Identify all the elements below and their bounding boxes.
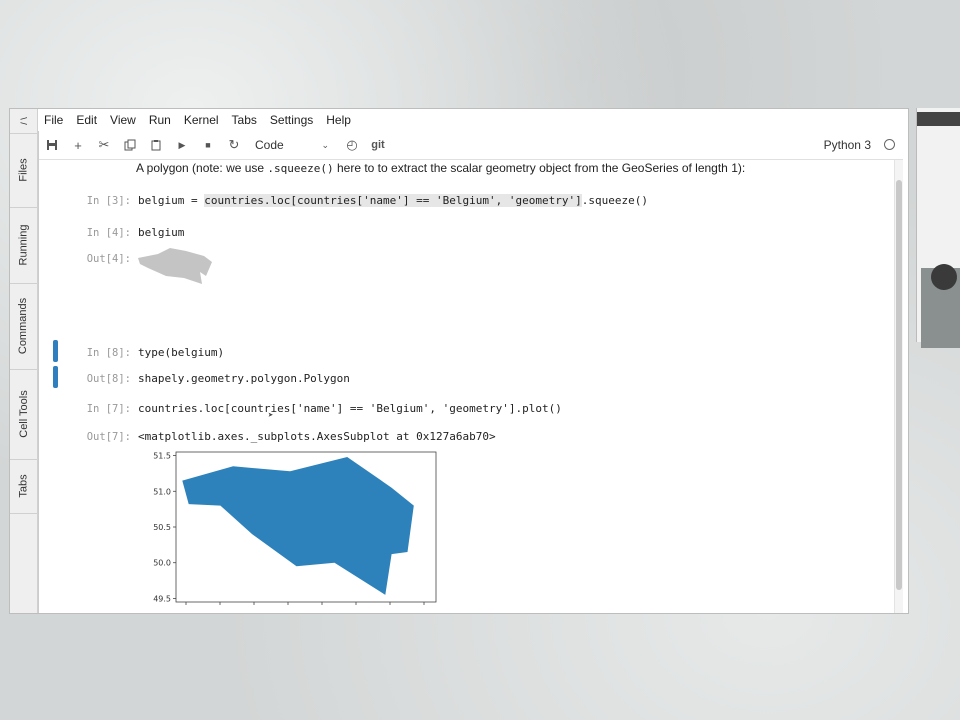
y-tick-label: 51.5 [153, 452, 171, 461]
menu-view[interactable]: View [110, 113, 136, 127]
markdown-cell[interactable]: A polygon (note: we use .squeeze() here … [136, 161, 745, 175]
paste-button[interactable] [143, 133, 169, 157]
code-selection: countries.loc[countries['name'] == 'Belg… [204, 194, 582, 207]
menu-tabs[interactable]: Tabs [232, 113, 257, 127]
markdown-inline-code: .squeeze() [267, 162, 334, 175]
kernel-status-icon [884, 139, 895, 150]
sidebar-tab-label: Files [17, 158, 30, 182]
output-prompt: Out[4]: [86, 253, 131, 265]
sidebar-tab-label: Commands [17, 297, 30, 355]
sidebar-tab-running[interactable]: Running [10, 207, 37, 284]
output-text: shapely.geometry.polygon.Polygon [138, 372, 350, 385]
restart-icon: ↻ [228, 137, 240, 152]
jupyterlab-window: / \ Files Running Commands Cell Tools Ta… [9, 108, 909, 614]
menu-bar: File Edit View Run Kernel Tabs Settings … [38, 109, 908, 131]
output-collapser[interactable] [53, 366, 58, 388]
input-prompt: In [7]: [86, 403, 131, 415]
notebook-toolbar: + ✂ ▶ ■ ↻ Code ⌄ ◴ git Python 3 [39, 131, 903, 160]
menu-edit[interactable]: Edit [76, 113, 97, 127]
plus-icon: + [74, 137, 82, 153]
chevron-down-icon: ⌄ [321, 139, 329, 150]
sidebar-tab-files[interactable]: Files [10, 133, 37, 208]
restart-button[interactable]: ↻ [221, 133, 247, 157]
cell-collapser[interactable] [53, 340, 58, 362]
y-tick-label: 51.0 [153, 487, 171, 496]
scissors-icon: ✂ [98, 137, 110, 152]
input-prompt: In [8]: [86, 347, 131, 359]
output-prompt: Out[8]: [86, 373, 131, 385]
code-text: .squeeze() [581, 194, 648, 207]
git-button[interactable]: git [365, 133, 391, 157]
copy-icon [124, 139, 136, 151]
belgium-plot: 51.5 51.0 50.5 50.0 49.5 [153, 452, 437, 605]
code-cell-7[interactable]: countries.loc[countries['name'] == 'Belg… [138, 402, 562, 415]
notebook-panel: + ✂ ▶ ■ ↻ Code ⌄ ◴ git Python 3 A polygo… [38, 131, 903, 613]
notebook-scrollbar[interactable] [894, 160, 903, 613]
code-text: belgium [171, 346, 218, 359]
clock-button[interactable]: ◴ [339, 133, 365, 157]
save-icon [47, 140, 57, 150]
play-icon: ▶ [178, 139, 186, 150]
background-window-titlebar [917, 112, 960, 126]
background-window [916, 108, 960, 348]
menu-file[interactable]: File [44, 113, 63, 127]
cut-button[interactable]: ✂ [91, 133, 117, 157]
code-text: type( [138, 346, 172, 359]
sidebar-tab-cell-tools[interactable]: Cell Tools [10, 369, 37, 460]
sidebar-tab-tabs[interactable]: Tabs [10, 459, 37, 514]
sidebar-tab-label: Running [17, 224, 30, 266]
run-button[interactable]: ▶ [169, 133, 195, 157]
sidebar-tab-label: Tabs [17, 474, 30, 498]
sidebar-tab-commands[interactable]: Commands [10, 283, 37, 370]
insert-cell-button[interactable]: + [65, 133, 91, 157]
code-cell-4[interactable]: belgium [138, 226, 184, 239]
input-prompt: In [3]: [86, 195, 131, 207]
copy-button[interactable] [117, 133, 143, 157]
cell-type-value: Code [255, 138, 284, 152]
output-prompt: Out[7]: [86, 431, 131, 443]
polygon-output [138, 248, 212, 284]
cell-type-select[interactable]: Code ⌄ [255, 138, 329, 152]
code-text: ) [217, 346, 225, 359]
menu-run[interactable]: Run [149, 113, 171, 127]
input-prompt: In [4]: [86, 227, 131, 239]
menu-kernel[interactable]: Kernel [184, 113, 219, 127]
markdown-text: here to to extract the scalar geometry o… [333, 161, 746, 175]
menu-settings[interactable]: Settings [270, 113, 313, 127]
sidebar-tab-collapsed[interactable]: / \ [10, 109, 37, 134]
left-sidebar: / \ Files Running Commands Cell Tools Ta… [10, 109, 38, 613]
scrollbar-thumb[interactable] [896, 180, 902, 590]
code-cell-3[interactable]: belgium = countries.loc[countries['name'… [138, 194, 648, 207]
interrupt-button[interactable]: ■ [195, 133, 221, 157]
clipboard-icon [151, 140, 161, 151]
clock-icon: ◴ [346, 137, 358, 152]
code-cell-8[interactable]: type(belgium) [138, 346, 224, 359]
y-tick-label: 49.5 [153, 594, 171, 603]
stop-icon: ■ [205, 140, 211, 150]
save-button[interactable] [39, 133, 65, 157]
output-text: <matplotlib.axes._subplots.AxesSubplot a… [138, 430, 496, 443]
notebook-content[interactable]: A polygon (note: we use .squeeze() here … [39, 160, 903, 613]
git-label: git [371, 139, 385, 151]
markdown-text: A polygon (note: we use [136, 161, 268, 175]
code-text: belgium = [138, 194, 205, 207]
menu-help[interactable]: Help [326, 113, 351, 127]
y-tick-label: 50.5 [153, 523, 171, 532]
sidebar-tab-label: Cell Tools [17, 390, 30, 438]
y-tick-label: 50.0 [153, 559, 171, 568]
kernel-name[interactable]: Python 3 [824, 138, 871, 152]
